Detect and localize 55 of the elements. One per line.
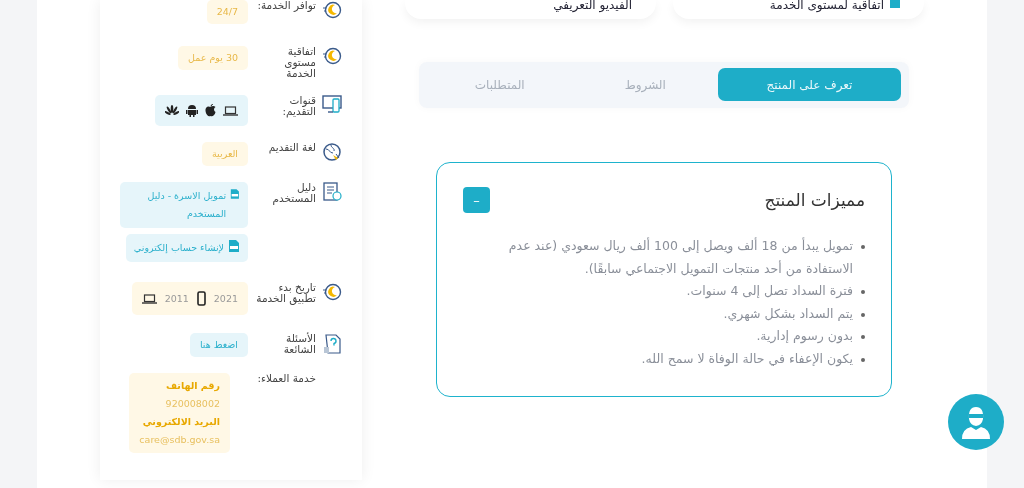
bullet-icon (861, 357, 865, 362)
date-text: 2011 (164, 293, 189, 304)
pdf-link[interactable]: لإنشاء حساب إلكتروني (125, 234, 248, 262)
field-label: الأسئلة الشائعة (282, 333, 316, 355)
clock-icon (322, 0, 342, 20)
contact-value: 920008002 (164, 397, 220, 411)
field-label: خدمة العملاء: (256, 373, 316, 384)
document-icon (322, 182, 342, 202)
bullet-icon (861, 290, 865, 294)
devices-icon (322, 95, 342, 113)
value-chip: 24/7 (206, 0, 248, 24)
feature-text: يكون الإعفاء في حالة الوفاة لا سمح الله. (641, 349, 853, 369)
pdf-link[interactable]: تمويل الاسرة - دليل المستخدم (120, 182, 248, 228)
accordion-title: مميزات المنتج (764, 190, 865, 210)
collapse-button[interactable]: – (463, 187, 490, 213)
tab[interactable]: المتطلبات (427, 68, 573, 101)
field-label: دليل المستخدم (271, 182, 316, 204)
field-label: تاريخ بدء تطبيق الخدمة (255, 282, 316, 304)
contact-heading: البريد الالكتروني (141, 415, 220, 430)
bullet-icon (861, 245, 865, 249)
feature-text: فترة السداد تصل إلى 4 سنوات. (686, 282, 853, 301)
field-label: اتفاقية مستوى الخدمة (283, 46, 316, 79)
faq-link[interactable]: اضغط هنا (189, 333, 248, 357)
field-label: لغة التقديم (267, 142, 316, 153)
person-icon (961, 405, 991, 439)
laptop-icon (141, 293, 157, 304)
feature-text: تمويل يبدأ من 18 ألف ويصل إلى 100 ألف ريال سعودي (عند عدم الاستفادة من أحد منتجات التمويل الاجتماعي سابقًا). (507, 236, 853, 279)
bullet-icon (861, 335, 865, 339)
feature-text: بدون رسوم إدارية. (756, 327, 853, 346)
robot-icon (186, 104, 198, 117)
clock-icon (322, 46, 342, 66)
apple-icon (205, 104, 216, 117)
petals-icon (165, 104, 179, 117)
tab[interactable]: تعرف على المنتج (718, 68, 901, 101)
tab[interactable]: الشروط (572, 68, 718, 101)
card-title: اتفاقية لمستوى الخدمة (769, 0, 884, 10)
contact-value: care@sdb.gov.sa (139, 433, 220, 447)
question-icon (322, 333, 342, 355)
bullet-icon (861, 312, 865, 317)
section-card[interactable]: الفيديو التعريفي (405, 0, 656, 19)
square-icon (890, 0, 900, 8)
clock-icon (322, 282, 342, 302)
file-icon (230, 187, 240, 201)
contact-heading: رقم الهاتف (165, 379, 220, 394)
date-text: 2021 (213, 293, 238, 304)
file-icon (228, 239, 240, 253)
laptop-icon (223, 105, 238, 116)
feature-text: يتم السداد بشكل شهري. (723, 304, 853, 323)
field-label: توافر الخدمة: (256, 0, 316, 11)
value-chip: 30 يوم عمل (178, 46, 248, 70)
field-label: قنوات التقديم: (281, 95, 316, 117)
section-card[interactable]: اتفاقية لمستوى الخدمة (673, 0, 924, 19)
value-chip: العربية (202, 142, 248, 166)
globe-icon (322, 142, 342, 162)
phone-icon (196, 291, 206, 306)
